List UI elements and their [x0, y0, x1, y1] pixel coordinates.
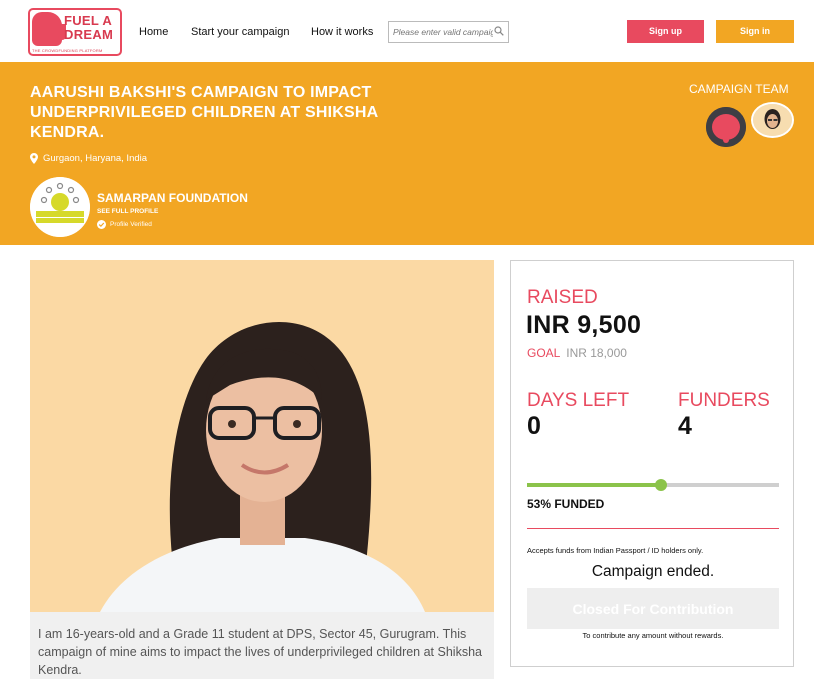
organization-logo[interactable]	[30, 177, 90, 237]
stats-divider	[527, 528, 779, 529]
funded-percentage: 53% FUNDED	[527, 497, 605, 511]
campaign-portrait-image	[30, 260, 494, 612]
elephant-logo-icon	[32, 12, 66, 46]
progress-fill	[527, 483, 661, 487]
goal-amount: INR 18,000	[566, 346, 627, 360]
days-left-label: DAYS LEFT	[527, 390, 630, 411]
location-text: Gurgaon, Haryana, India	[43, 153, 148, 164]
contribute-note: To contribute any amount without rewards…	[582, 631, 724, 640]
campaign-location: Gurgaon, Haryana, India	[30, 153, 147, 164]
fuel-a-dream-logo[interactable]: FUEL A DREAM THE CROWDFUNDING PLATFORM	[28, 8, 122, 56]
funding-progress-bar	[527, 479, 779, 491]
person-avatar-icon	[753, 104, 792, 136]
verified-text: Profile Verified	[110, 221, 152, 228]
closed-for-contribution-button[interactable]: Closed For Contribution	[527, 588, 779, 629]
profile-verified: Profile Verified	[97, 220, 152, 229]
campaign-banner: AARUSHI BAKSHI'S CAMPAIGN TO IMPACT UNDE…	[0, 62, 814, 245]
nav-home[interactable]: Home	[139, 26, 168, 38]
goal-label: GOAL	[527, 346, 560, 360]
team-avatar-2[interactable]	[751, 102, 794, 138]
elephant-avatar-icon	[706, 107, 746, 147]
logo-tagline: THE CROWDFUNDING PLATFORM	[32, 48, 103, 53]
signup-button[interactable]: Sign up	[627, 20, 704, 43]
campaign-team-label: CAMPAIGN TEAM	[689, 82, 789, 96]
organization-name[interactable]: SAMARPAN FOUNDATION	[97, 191, 248, 205]
location-pin-icon	[30, 153, 38, 164]
see-full-profile-link[interactable]: SEE FULL PROFILE	[97, 208, 158, 215]
samarpan-foundation-logo-icon	[30, 177, 90, 237]
team-avatar-1[interactable]	[706, 107, 746, 147]
signin-button[interactable]: Sign in	[716, 20, 794, 43]
top-navigation-bar: FUEL A DREAM THE CROWDFUNDING PLATFORM H…	[0, 0, 814, 62]
raised-amount: INR 9,500	[526, 311, 642, 339]
logo-text: FUEL A DREAM	[64, 13, 114, 42]
campaign-description: I am 16-years-old and a Grade 11 student…	[30, 612, 494, 679]
search-icon[interactable]	[494, 26, 504, 36]
goal: GOAL INR 18,000	[527, 346, 627, 360]
raised-label: RAISED	[527, 287, 598, 308]
nav-how-it-works[interactable]: How it works	[311, 26, 373, 38]
campaign-stats-panel: RAISED INR 9,500 GOAL INR 18,000 DAYS LE…	[510, 260, 794, 667]
nav-start-campaign[interactable]: Start your campaign	[191, 26, 289, 38]
campaign-title: AARUSHI BAKSHI'S CAMPAIGN TO IMPACT UNDE…	[30, 84, 378, 141]
funders-label: FUNDERS	[678, 390, 770, 411]
progress-knob	[654, 479, 667, 491]
search-box	[388, 21, 509, 43]
campaign-status: Campaign ended.	[591, 563, 715, 580]
days-left-value: 0	[527, 412, 541, 440]
accepts-funds-note: Accepts funds from Indian Passport / ID …	[527, 546, 704, 555]
campaign-image	[30, 260, 494, 612]
search-input[interactable]	[389, 22, 493, 42]
funders-value: 4	[678, 412, 692, 440]
check-circle-icon	[97, 220, 106, 229]
